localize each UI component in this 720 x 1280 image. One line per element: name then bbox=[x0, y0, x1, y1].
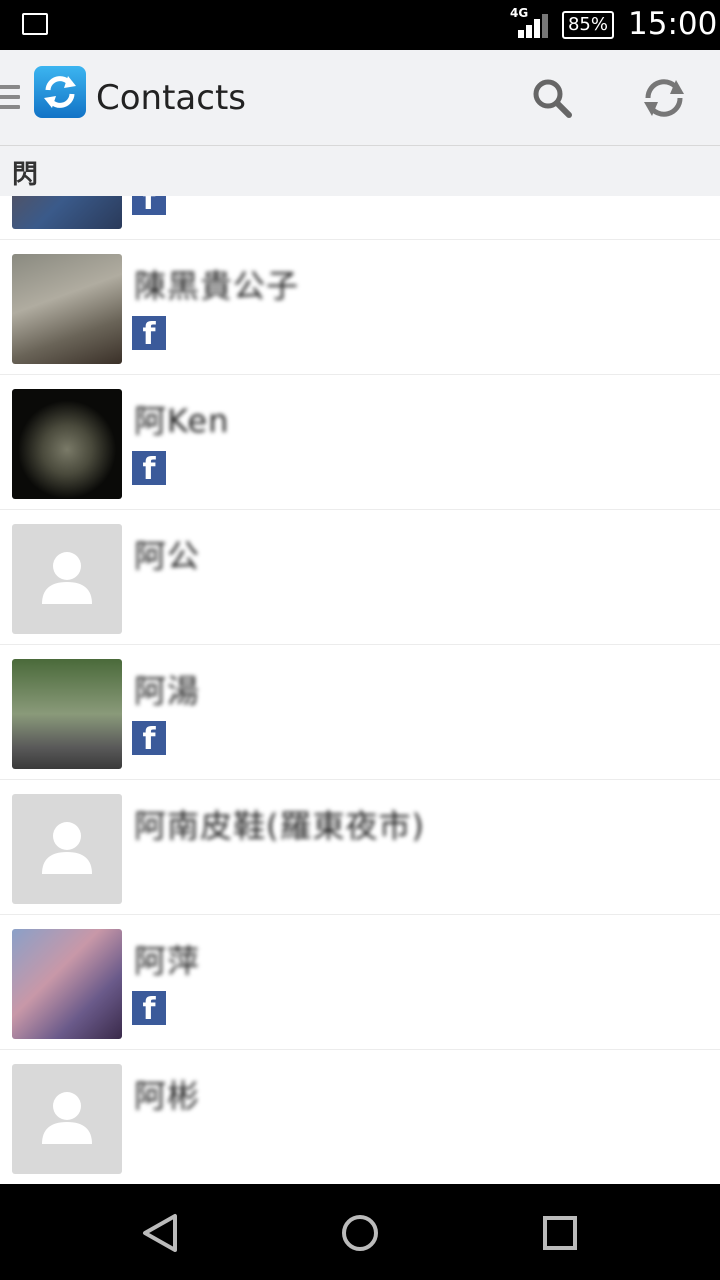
section-header: 閃 bbox=[0, 146, 720, 196]
contact-row[interactable]: 阿萍 f bbox=[0, 916, 720, 1050]
person-icon bbox=[42, 552, 92, 604]
image-notification-icon bbox=[22, 13, 48, 35]
contact-avatar bbox=[12, 659, 122, 769]
app-bar: Contacts bbox=[0, 50, 720, 146]
navigation-bar bbox=[0, 1184, 720, 1280]
contact-row[interactable]: 陳黑貴公子 f bbox=[0, 241, 720, 375]
app-logo-icon[interactable] bbox=[34, 66, 86, 118]
person-icon bbox=[42, 1092, 92, 1144]
contact-avatar bbox=[12, 929, 122, 1039]
contact-avatar bbox=[12, 389, 122, 499]
contact-name: 阿公 bbox=[134, 537, 201, 575]
section-letter: 閃 bbox=[12, 160, 39, 190]
contact-row[interactable]: 阿公 bbox=[0, 511, 720, 645]
contact-name: 阿Ken bbox=[134, 402, 230, 440]
battery-indicator: 85% bbox=[562, 11, 614, 39]
contact-name: 阿南皮鞋(羅東夜市) bbox=[134, 807, 425, 845]
search-icon[interactable] bbox=[530, 76, 574, 120]
contact-row[interactable]: 阿南皮鞋(羅東夜市) bbox=[0, 781, 720, 915]
facebook-icon: f bbox=[132, 991, 166, 1025]
status-bar: 4G 85% 15:00 bbox=[0, 0, 720, 50]
signal-icon bbox=[518, 14, 548, 38]
home-icon[interactable] bbox=[335, 1208, 385, 1258]
contact-list[interactable]: f 陳黑貴公子 f 阿Ken f 阿公 阿湯 f 阿南皮鞋(羅東夜市) 阿萍 f… bbox=[0, 196, 720, 1184]
page-title: Contacts bbox=[96, 78, 246, 118]
contact-avatar-placeholder bbox=[12, 524, 122, 634]
contact-name: 阿彬 bbox=[134, 1077, 201, 1115]
menu-icon[interactable] bbox=[0, 85, 20, 113]
contact-avatar-placeholder bbox=[12, 1064, 122, 1174]
contact-row[interactable]: 阿彬 bbox=[0, 1051, 720, 1184]
contact-row[interactable]: 阿湯 f bbox=[0, 646, 720, 780]
sync-icon[interactable] bbox=[640, 76, 688, 120]
contact-name: 陳黑貴公子 bbox=[134, 267, 300, 305]
recents-icon[interactable] bbox=[535, 1208, 585, 1258]
facebook-icon: f bbox=[132, 196, 166, 215]
contact-row[interactable]: f bbox=[0, 196, 720, 240]
contact-name: 阿湯 bbox=[134, 672, 201, 710]
person-icon bbox=[42, 822, 92, 874]
contact-row[interactable]: 阿Ken f bbox=[0, 376, 720, 510]
contact-avatar bbox=[12, 254, 122, 364]
facebook-icon: f bbox=[132, 451, 166, 485]
contact-avatar bbox=[12, 196, 122, 229]
facebook-icon: f bbox=[132, 721, 166, 755]
back-icon[interactable] bbox=[135, 1208, 185, 1258]
contact-name: 阿萍 bbox=[134, 942, 201, 980]
clock: 15:00 bbox=[628, 6, 718, 42]
facebook-icon: f bbox=[132, 316, 166, 350]
contact-avatar-placeholder bbox=[12, 794, 122, 904]
